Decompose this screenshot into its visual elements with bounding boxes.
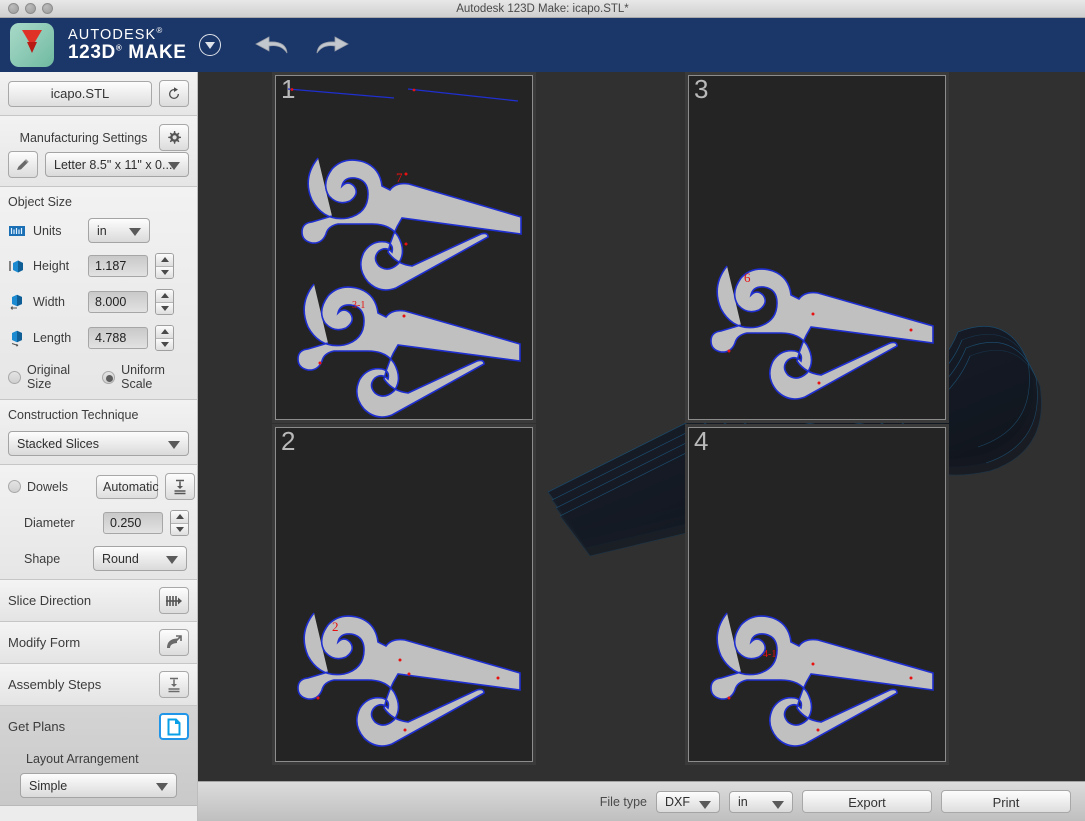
app-header: AUTODESK® 123D® MAKE [0, 18, 1085, 72]
redo-arrow-icon[interactable] [311, 33, 351, 57]
height-label: Height [33, 259, 81, 273]
sidebar: icapo.STL Manufacturing Settings [0, 72, 198, 821]
units-select[interactable]: in [88, 218, 150, 243]
slice-label: 7 [396, 170, 403, 185]
app-window: Autodesk 123D Make: icapo.STL* AUTODESK®… [0, 0, 1085, 821]
gear-icon[interactable] [159, 124, 189, 151]
sheet-slices: 6 [689, 76, 945, 419]
construction-technique-select[interactable]: Stacked Slices [8, 431, 189, 456]
dowels-toggle[interactable]: Dowels [8, 480, 89, 494]
object-size-section: Object Size Units in [0, 187, 197, 400]
assembly-steps-label: Assembly Steps [8, 677, 101, 692]
undo-arrow-icon[interactable] [253, 33, 293, 57]
slice-label: 3-1 [352, 300, 365, 311]
chevron-down-circle-icon[interactable] [199, 34, 221, 56]
refresh-icon[interactable] [159, 80, 189, 107]
modify-form-label: Modify Form [8, 635, 80, 650]
brand-make: MAKE [128, 42, 186, 63]
export-button[interactable]: Export [802, 790, 932, 813]
layout-arrangement-label: Layout Arrangement [26, 752, 189, 766]
original-size-radio[interactable]: Original Size [8, 363, 88, 391]
height-cube-icon [8, 257, 26, 275]
os-title-bar: Autodesk 123D Make: icapo.STL* [0, 0, 1085, 18]
sheet-panel: 3 6 [688, 75, 946, 420]
material-select[interactable]: Letter 8.5" x 11" x 0.... [45, 152, 189, 177]
slice-direction-icon[interactable] [159, 587, 189, 614]
pencil-icon[interactable] [8, 151, 38, 178]
sheet-slices: 2 [276, 428, 532, 761]
construction-technique-value: Stacked Slices [17, 437, 99, 451]
shape-label: Shape [24, 552, 86, 566]
original-size-label: Original Size [27, 363, 88, 391]
height-stepper[interactable] [155, 253, 174, 279]
export-unit-value: in [738, 795, 748, 809]
dowel-align-icon[interactable] [165, 473, 195, 500]
width-stepper[interactable] [155, 289, 174, 315]
sidebar-item-modify-form[interactable]: Modify Form [0, 622, 197, 664]
file-type-label: File type [600, 795, 647, 809]
app-logo-icon [10, 23, 54, 67]
units-label: Units [33, 224, 81, 238]
layout-arrangement-value: Simple [29, 779, 67, 793]
sheet-panel: 1 7 3-1 [275, 75, 533, 420]
dowels-label: Dowels [27, 480, 89, 494]
dowels-section: Dowels Automatic Diameter [0, 465, 197, 580]
construction-technique-title: Construction Technique [8, 408, 189, 422]
slice-direction-label: Slice Direction [8, 593, 91, 608]
length-label: Length [33, 331, 81, 345]
slice-label: 4-1 [763, 649, 776, 660]
shape-select[interactable]: Round [93, 546, 187, 571]
undo-redo-group [253, 33, 351, 57]
sheet-slices: 4-1 [689, 428, 945, 761]
plan-canvas[interactable]: 1 7 3-1 [198, 72, 1085, 781]
ruler-icon [8, 222, 26, 240]
material-select-value: Letter 8.5" x 11" x 0.... [54, 158, 176, 172]
uniform-scale-label: Uniform Scale [121, 363, 189, 391]
uniform-scale-radio[interactable]: Uniform Scale [102, 363, 189, 391]
width-cube-icon [8, 293, 26, 311]
width-input[interactable] [88, 291, 148, 313]
print-button[interactable]: Print [941, 790, 1071, 813]
manufacturing-settings-section: Manufacturing Settings Letter 8.5" [0, 116, 197, 187]
file-type-value: DXF [665, 795, 690, 809]
construction-technique-section: Construction Technique Stacked Slices [0, 400, 197, 465]
plans-page-icon[interactable] [159, 713, 189, 740]
object-size-title: Object Size [8, 195, 189, 209]
file-type-select[interactable]: DXF [656, 791, 720, 813]
length-input[interactable] [88, 327, 148, 349]
export-toolbar: File type DXF in Export Print [198, 781, 1085, 821]
diameter-input[interactable] [103, 512, 163, 534]
dowels-mode-button[interactable]: Automatic [96, 475, 158, 499]
length-stepper[interactable] [155, 325, 174, 351]
modify-form-icon[interactable] [159, 629, 189, 656]
brand-block: AUTODESK® 123D® MAKE [68, 27, 187, 64]
sheet-panel: 2 2 [275, 427, 533, 762]
file-section: icapo.STL [0, 72, 197, 116]
sidebar-item-slice-direction[interactable]: Slice Direction [0, 580, 197, 622]
height-input[interactable] [88, 255, 148, 277]
slice-label: 2 [332, 619, 339, 634]
sidebar-item-assembly-steps[interactable]: Assembly Steps [0, 664, 197, 706]
brand-autodesk: AUTODESK [68, 26, 156, 42]
brand-123d: 123D [68, 42, 116, 63]
length-cube-icon [8, 329, 26, 347]
shape-select-value: Round [102, 552, 139, 566]
width-label: Width [33, 295, 81, 309]
manufacturing-settings-title: Manufacturing Settings [8, 131, 159, 145]
window-title: Autodesk 123D Make: icapo.STL* [0, 3, 1085, 15]
units-select-value: in [97, 224, 107, 238]
sheet-slices: 7 3-1 [276, 76, 532, 419]
layout-arrangement-select[interactable]: Simple [20, 773, 177, 798]
diameter-stepper[interactable] [170, 510, 189, 536]
assembly-steps-icon[interactable] [159, 671, 189, 698]
slice-label: 6 [744, 270, 751, 285]
get-plans-label: Get Plans [8, 719, 65, 734]
sheet-panel: 4 4-1 [688, 427, 946, 762]
file-name-button[interactable]: icapo.STL [8, 81, 152, 107]
sidebar-item-get-plans[interactable]: Get Plans Layout Arrangement Simple [0, 706, 197, 806]
diameter-label: Diameter [24, 516, 96, 530]
export-unit-select[interactable]: in [729, 791, 793, 813]
